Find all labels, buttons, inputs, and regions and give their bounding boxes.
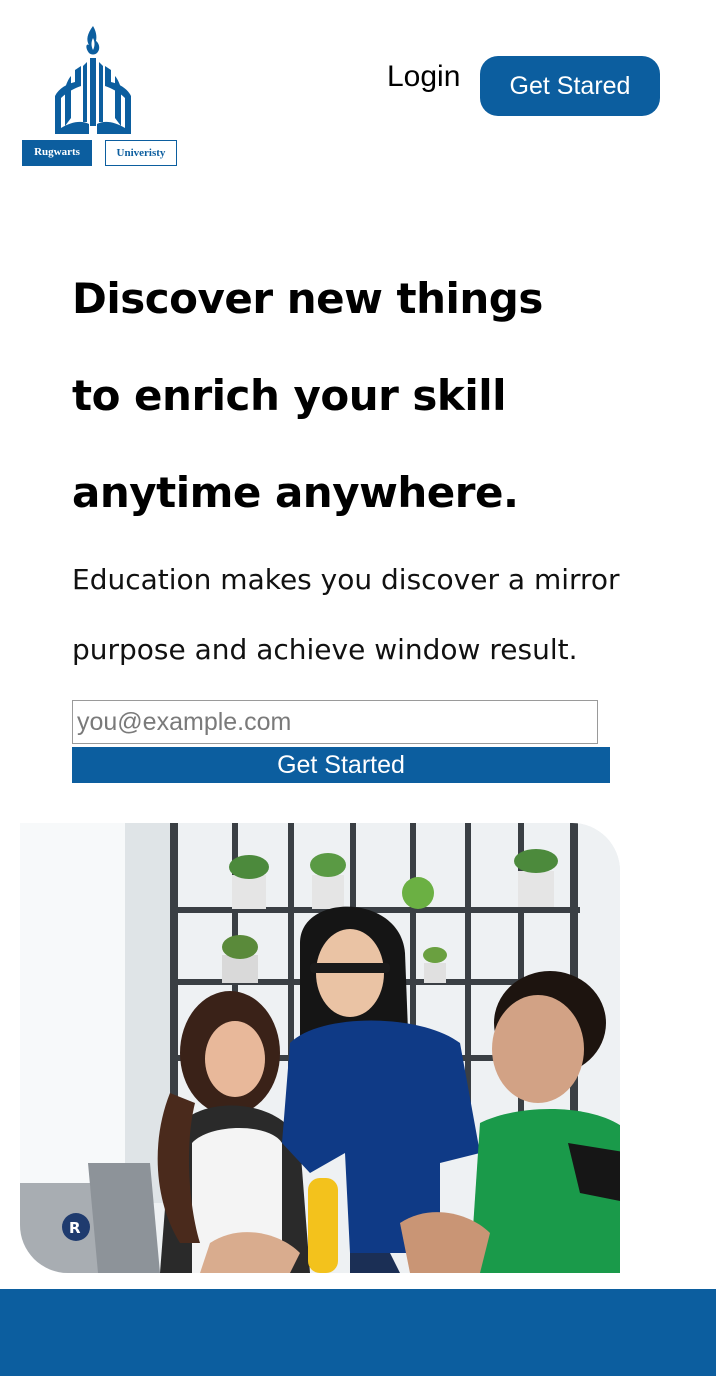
university-logo[interactable]: Rugwarts Univeristy (22, 26, 178, 166)
hero-title-line: to enrich your skill (72, 371, 507, 420)
hero-subtitle-line: purpose and achieve window result. (72, 633, 578, 666)
laptop-logo-text: R (69, 1219, 81, 1237)
hero-subtitle: Education makes you discover a mirror pu… (72, 545, 692, 685)
logo-word-left: Rugwarts (22, 140, 92, 166)
landing-page: Rugwarts Univeristy Login Get Stared Dis… (0, 0, 716, 1376)
students-illustration: R (20, 823, 620, 1273)
login-link[interactable]: Login (387, 58, 460, 96)
students-photo: R (20, 823, 620, 1273)
logo-word-right: Univeristy (105, 140, 177, 166)
hero-title-line: Discover new things (72, 274, 543, 323)
hero-subtitle-line: Education makes you discover a mirror (72, 563, 620, 596)
footer-band (0, 1289, 716, 1376)
get-started-header-button[interactable]: Get Stared (480, 56, 660, 116)
flame-book-logo-icon (55, 26, 131, 134)
hero-title: Discover new things to enrich your skill… (72, 250, 672, 541)
email-input[interactable] (72, 700, 598, 744)
get-started-button[interactable]: Get Started (72, 747, 610, 783)
hero-title-line: anytime anywhere. (72, 468, 519, 517)
